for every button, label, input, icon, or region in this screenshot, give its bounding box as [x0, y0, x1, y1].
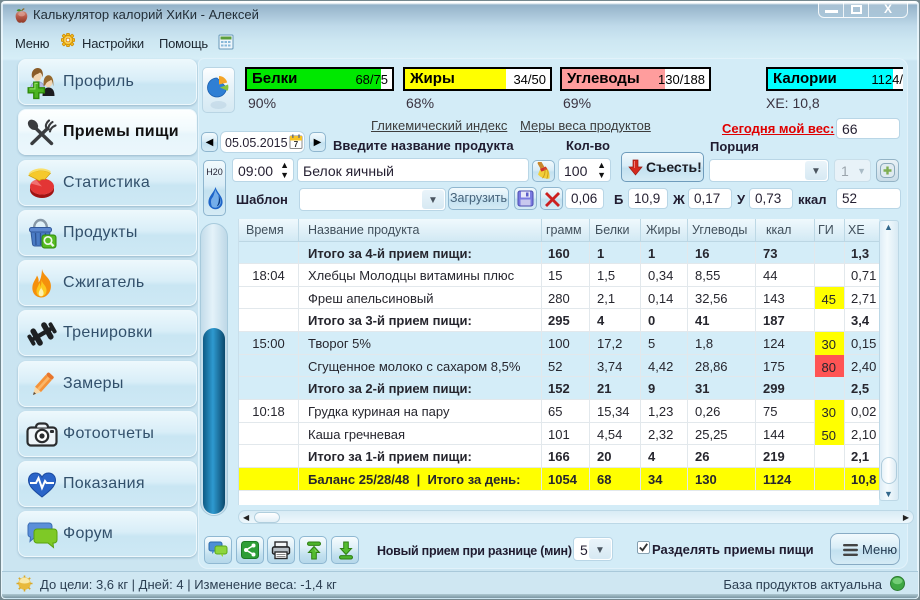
svg-text:7: 7 — [294, 140, 299, 149]
